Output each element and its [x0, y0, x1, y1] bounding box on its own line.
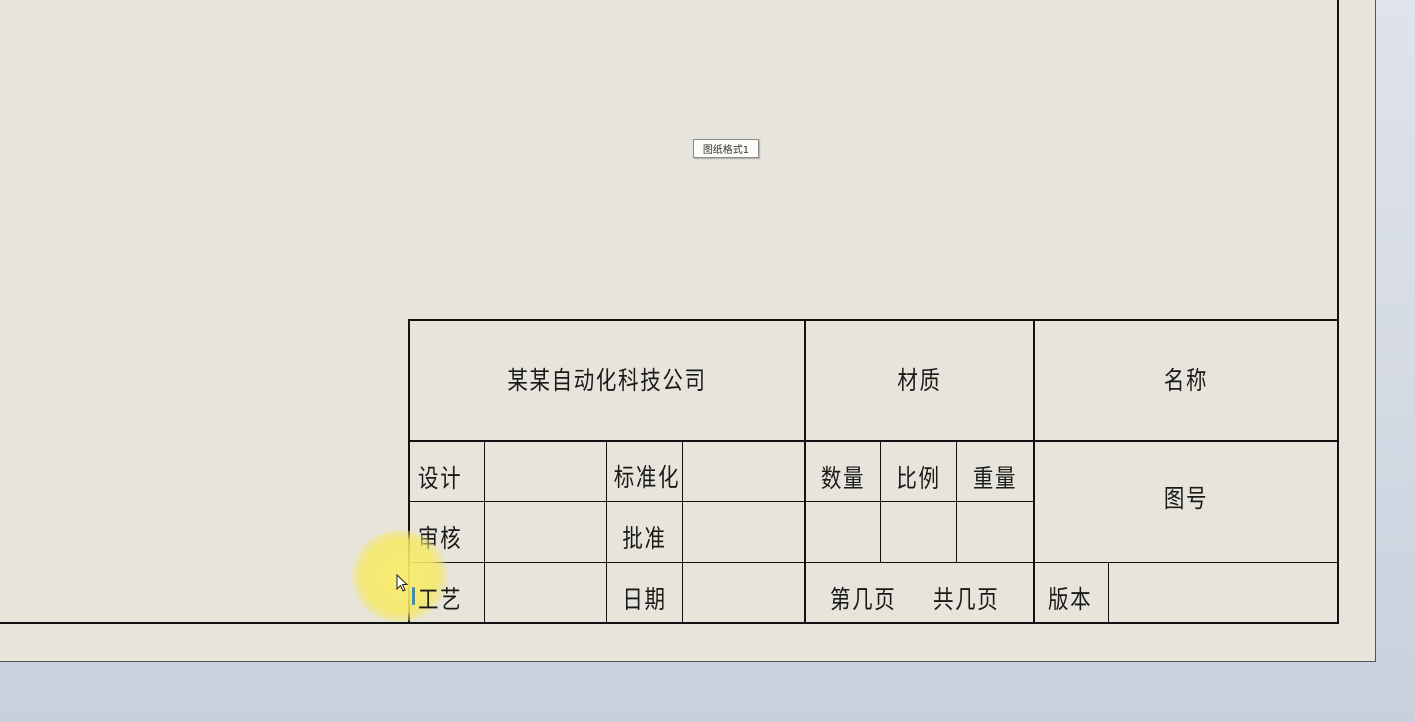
tb-line-v-a: [484, 441, 485, 624]
mouse-pointer-icon: [396, 574, 409, 592]
text-caret: [412, 587, 415, 605]
tb-line-v-d: [880, 441, 881, 562]
sheet-format-tag[interactable]: 图纸格式1: [693, 139, 759, 158]
tb-line-row3: [408, 562, 1339, 563]
approval-label: 批准: [622, 524, 667, 553]
process-label: 工艺: [418, 585, 463, 614]
standardization-label: 标准化: [613, 463, 681, 492]
weight-label: 重量: [972, 464, 1018, 493]
tb-line-v-c: [682, 441, 683, 624]
part-name-label: 名称: [1163, 366, 1209, 395]
sheet-border-bottom: [0, 622, 1339, 624]
version-label: 版本: [1048, 585, 1093, 614]
drawing-sheet[interactable]: 图纸格式1 某某自动化科技公司 材质 名称 设计 标准化 数量 比例 重量 图号…: [0, 0, 1376, 662]
tb-line-v-mid1: [804, 319, 806, 624]
tb-line-v-e: [956, 441, 957, 562]
drawing-number-label: 图号: [1163, 484, 1209, 513]
scale-label: 比例: [896, 464, 941, 493]
page-number-label: 第几页: [830, 585, 897, 614]
tb-line-v-mid2: [1033, 319, 1035, 624]
total-pages-label: 共几页: [933, 585, 1000, 614]
quantity-label: 数量: [820, 464, 866, 493]
tb-line-top: [408, 319, 1339, 321]
tb-line-v-b: [606, 441, 607, 624]
company-name: 某某自动化科技公司: [507, 366, 707, 395]
sheet-border-right: [1337, 0, 1339, 624]
design-label: 设计: [418, 464, 463, 493]
material-label: 材质: [897, 366, 942, 395]
tb-line-v-f: [1108, 562, 1109, 624]
tb-line-row1: [408, 440, 1339, 442]
date-label: 日期: [622, 585, 667, 614]
tb-line-row2-mid: [805, 501, 1034, 502]
